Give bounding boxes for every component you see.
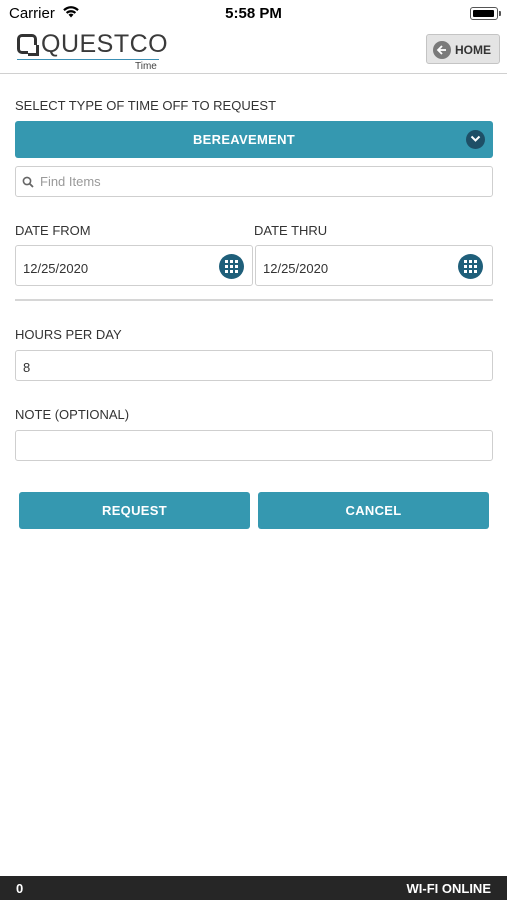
questco-logo: QUESTCO Time <box>15 30 169 72</box>
pending-count: 0 <box>16 881 24 896</box>
request-button[interactable]: REQUEST <box>19 492 250 529</box>
logo-subtext: Time <box>135 61 157 72</box>
cancel-button[interactable]: CANCEL <box>258 492 489 529</box>
calendar-icon[interactable] <box>458 254 483 279</box>
date-thru-field[interactable]: 12/25/2020 <box>255 245 493 286</box>
time-off-type-select[interactable]: BEREAVEMENT <box>15 121 493 158</box>
battery-icon <box>470 7 501 20</box>
note-label: NOTE (OPTIONAL) <box>15 407 130 422</box>
date-thru-label: DATE THRU <box>254 223 328 238</box>
app-header: QUESTCO Time HOME <box>0 28 507 74</box>
date-from-field[interactable]: 12/25/2020 <box>15 245 253 286</box>
hours-per-day-input[interactable]: 8 <box>15 350 493 381</box>
search-input[interactable] <box>40 167 480 196</box>
note-input[interactable] <box>15 430 493 461</box>
back-arrow-icon <box>433 41 451 59</box>
section-divider <box>15 299 493 301</box>
calendar-icon[interactable] <box>219 254 244 279</box>
time-off-type-value: BEREAVEMENT <box>192 132 295 147</box>
hours-per-day-value: 8 <box>23 360 31 375</box>
status-bar: Carrier 5:58 PM <box>0 0 507 28</box>
footer-bar: 0 WI-FI ONLINE <box>0 876 507 900</box>
home-button[interactable]: HOME <box>426 34 500 64</box>
logo-mark-icon <box>17 34 39 56</box>
home-button-label: HOME <box>455 43 491 57</box>
logo-text: QUESTCO <box>41 30 169 58</box>
date-thru-value: 12/25/2020 <box>263 261 329 276</box>
find-items-search[interactable] <box>15 166 493 197</box>
chevron-down-icon <box>466 130 485 149</box>
connection-status: WI-FI ONLINE <box>406 881 492 896</box>
hours-per-day-label: HOURS PER DAY <box>15 327 122 342</box>
clock: 5:58 PM <box>225 5 282 22</box>
date-from-value: 12/25/2020 <box>23 261 89 276</box>
time-off-type-label: SELECT TYPE OF TIME OFF TO REQUEST <box>15 98 277 113</box>
date-from-label: DATE FROM <box>15 223 91 238</box>
logo-underline <box>17 59 159 60</box>
search-icon <box>22 175 34 193</box>
